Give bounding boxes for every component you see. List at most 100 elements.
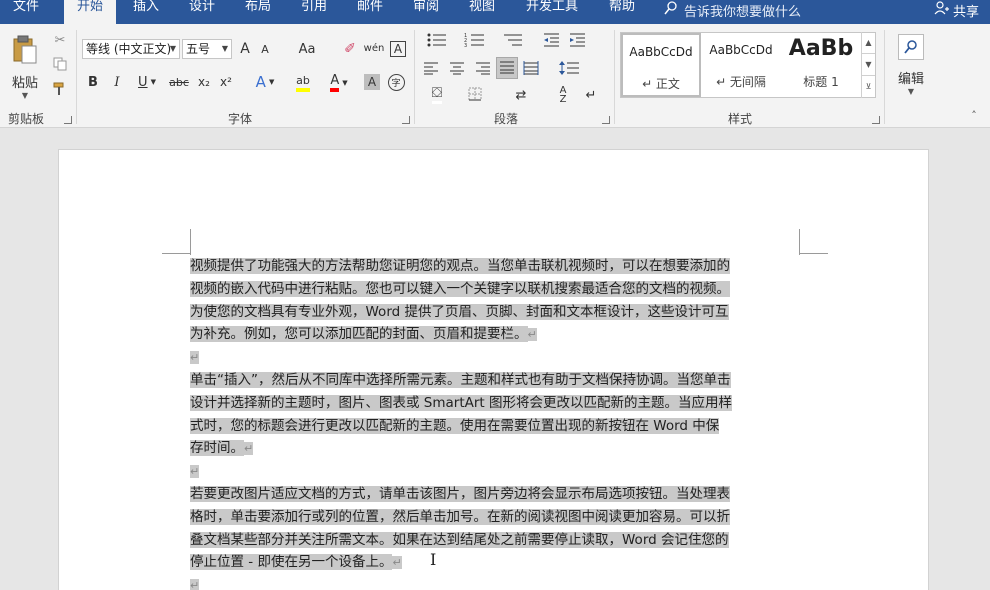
paste-button[interactable]: 粘贴 ▼ (6, 32, 44, 102)
font-size-combo[interactable]: 五号 ▼ (182, 39, 232, 59)
numbering-button[interactable]: 123 (458, 30, 492, 52)
ribbon-tab-bar: 文件 开始 插入 设计 布局 引用 邮件 审阅 视图 开发工具 帮助 告诉我你想… (0, 0, 990, 26)
line-spacing-button[interactable] (552, 58, 586, 80)
font-size-value: 五号 (186, 42, 211, 56)
strikethrough-button[interactable]: abc (166, 72, 192, 92)
clear-formatting-button[interactable]: ✐ (340, 39, 360, 59)
align-right-icon (475, 61, 491, 78)
paint-bucket-icon: ⛋ (431, 86, 443, 104)
subscript-icon: x₂ (198, 75, 210, 89)
tab-file[interactable]: 文件 (4, 0, 48, 24)
line-spacing-icon (558, 60, 580, 79)
style-heading-1[interactable]: AaBb 标题 1 (781, 33, 861, 97)
tab-home[interactable]: 开始 (64, 0, 116, 26)
superscript-button[interactable]: x² (216, 72, 236, 92)
distributed-button[interactable] (520, 58, 542, 80)
tab-layout[interactable]: 布局 (236, 0, 280, 24)
style-name: ↵ 无间隔 (716, 75, 766, 89)
chinese-layout-button[interactable]: ⇄ (504, 84, 538, 106)
justify-button[interactable] (496, 57, 518, 79)
copy-button[interactable] (50, 55, 70, 75)
tab-review[interactable]: 审阅 (404, 0, 448, 24)
multilevel-list-button[interactable] (496, 30, 530, 52)
character-shading-button[interactable]: A (362, 72, 382, 92)
tab-view[interactable]: 视图 (460, 0, 504, 24)
scroll-up-icon[interactable]: ▲ (862, 32, 875, 54)
shading-button[interactable]: ⛋ (420, 84, 454, 106)
grow-font-button[interactable]: A (236, 39, 254, 59)
tab-references[interactable]: 引用 (292, 0, 336, 24)
chevron-down-icon: ▼ (150, 78, 156, 86)
share-button[interactable]: 共享 (934, 0, 979, 20)
shrink-font-button[interactable]: A (256, 39, 274, 59)
font-color-button[interactable]: A ▼ (324, 72, 354, 94)
show-marks-button[interactable]: ↵ (580, 84, 602, 106)
editing-button[interactable]: 编辑 ▼ (890, 30, 932, 100)
character-border-button[interactable]: A (388, 39, 408, 59)
font-group-label: 字体 (228, 112, 253, 126)
clipboard-dialog-launcher[interactable] (64, 116, 72, 124)
collapse-ribbon-button[interactable]: ˄ (966, 108, 982, 122)
bullets-button[interactable] (420, 30, 454, 52)
change-case-button[interactable]: Aa (290, 39, 324, 59)
scroll-down-icon[interactable]: ▼ (862, 54, 875, 76)
text-line: 视频的嵌入代码中进行粘贴。您也可以键入一个关键字以联机搜索最适合您的文档的视频。 (190, 278, 799, 301)
search-icon (898, 34, 924, 60)
paragraph-2[interactable]: 单击“插入”，然后从不同库中选择所需元素。主题和样式也有助于文档保持协调。当您单… (190, 369, 799, 483)
font-name-combo[interactable]: 等线 (中文正文) ▼ (82, 39, 180, 59)
chevron-down-icon: ▼ (169, 44, 176, 53)
subscript-button[interactable]: x₂ (194, 72, 214, 92)
text-line: 叠文档某些部分并关注所需文本。如果在达到结尾处之前需要停止读取，Word 会记住… (190, 529, 799, 552)
italic-button[interactable]: I (108, 72, 126, 92)
font-dialog-launcher[interactable] (402, 116, 410, 124)
style-normal[interactable]: AaBbCcDd ↵ 正文 (621, 33, 701, 97)
borders-button[interactable] (458, 84, 492, 106)
paragraph-3[interactable]: 若要更改图片适应文档的方式，请单击该图片，图片旁边将会显示布局选项按钮。当处理表… (190, 483, 799, 590)
cut-button[interactable]: ✂ (50, 30, 70, 50)
styles-dialog-launcher[interactable] (872, 116, 880, 124)
paragraph-1[interactable]: 视频提供了功能强大的方法帮助您证明您的观点。当您单击联机视频时，可以在想要添加的… (190, 255, 799, 369)
increase-indent-icon (568, 32, 586, 51)
styles-scroll[interactable]: ▲ ▼ ⊻ (861, 32, 875, 98)
svg-text:3: 3 (464, 43, 467, 48)
text-effects-button[interactable]: A ▼ (250, 72, 280, 92)
tab-help[interactable]: 帮助 (600, 0, 644, 24)
style-no-spacing[interactable]: AaBbCcDd ↵ 无间隔 (701, 33, 781, 97)
text-line: 为补充。例如，您可以添加匹配的封面、页眉和提要栏。↵ (190, 323, 799, 346)
enclose-characters-button[interactable]: 字 (386, 72, 406, 92)
line-text: 格时，单击要添加行或列的位置，然后单击加号。在新的阅读视图中阅读更加容易。可以折 (190, 508, 730, 525)
tab-insert[interactable]: 插入 (124, 0, 168, 24)
enclose-characters-icon: 字 (387, 73, 405, 91)
tab-mailings[interactable]: 邮件 (348, 0, 392, 24)
underline-button[interactable]: U ▼ (132, 72, 162, 92)
document-canvas[interactable]: 视频提供了功能强大的方法帮助您证明您的观点。当您单击联机视频时，可以在想要添加的… (0, 129, 990, 590)
align-center-button[interactable] (446, 58, 468, 80)
align-left-button[interactable] (420, 58, 442, 80)
highlight-button[interactable]: ab (286, 72, 320, 94)
increase-indent-button[interactable] (566, 30, 588, 52)
tab-developer[interactable]: 开发工具 (516, 0, 588, 24)
text-line: 若要更改图片适应文档的方式，请单击该图片，图片旁边将会显示布局选项按钮。当处理表 (190, 483, 799, 506)
align-right-button[interactable] (472, 58, 494, 80)
decrease-indent-button[interactable] (540, 30, 562, 52)
bold-icon: B (88, 74, 98, 90)
line-text: 视频的嵌入代码中进行粘贴。您也可以键入一个关键字以联机搜索最适合您的文档的视频。 (190, 280, 730, 297)
style-name: ↵ 正文 (642, 77, 680, 91)
chinese-layout-icon: ⇄ (515, 87, 527, 103)
more-styles-icon[interactable]: ⊻ (862, 76, 875, 98)
tell-me-text: 告诉我你想要做什么 (684, 4, 802, 20)
text-line: 视频提供了功能强大的方法帮助您证明您的观点。当您单击联机视频时，可以在想要添加的 (190, 255, 799, 278)
sort-button[interactable]: AZ (552, 84, 574, 106)
tell-me-search[interactable]: 告诉我你想要做什么 (664, 0, 801, 20)
tab-design[interactable]: 设计 (180, 0, 224, 24)
document-page[interactable]: 视频提供了功能强大的方法帮助您证明您的观点。当您单击联机视频时，可以在想要添加的… (58, 149, 929, 590)
lightbulb-icon (664, 1, 678, 19)
phonetic-guide-button[interactable]: wén (362, 37, 386, 59)
paragraph-dialog-launcher[interactable] (602, 116, 610, 124)
empty-line: ↵ (190, 574, 799, 590)
bold-button[interactable]: B (84, 72, 102, 92)
crop-mark (799, 253, 828, 254)
character-border-icon: A (390, 41, 406, 57)
format-painter-button[interactable] (50, 80, 70, 100)
text-line: 式时，您的标题会进行更改以匹配新的主题。使用在需要位置出现的新按钮在 Word … (190, 415, 799, 438)
